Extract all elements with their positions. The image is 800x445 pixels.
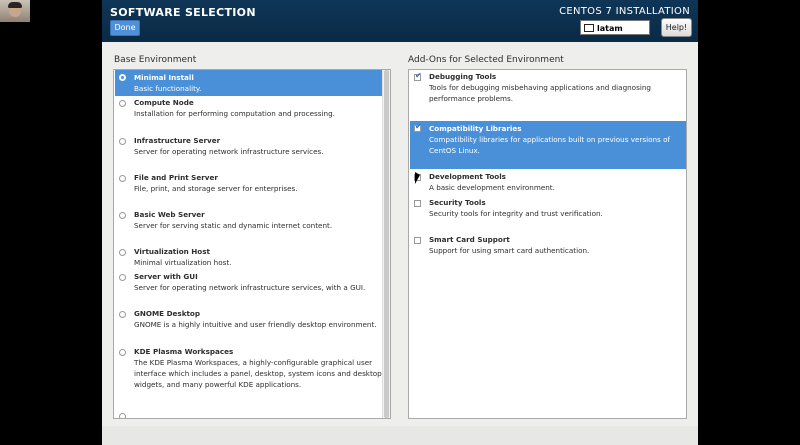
keyboard-layout-label: latam (597, 24, 623, 33)
item-name: Infrastructure Server (134, 136, 221, 145)
addon-item-security-tools[interactable]: Security Tools Security tools for integr… (410, 198, 686, 222)
base-item-basic-web-server[interactable]: Basic Web Server Server for serving stat… (115, 210, 384, 238)
checkbox[interactable] (414, 237, 421, 244)
item-desc: Tools for debugging misbehaving applicat… (429, 83, 651, 92)
base-item-virtualization-host[interactable]: Virtualization Host Minimal virtualizati… (115, 247, 384, 269)
radio-button[interactable] (119, 138, 126, 145)
item-desc: File, print, and storage server for ente… (134, 184, 298, 193)
item-desc: Compatibility libraries for applications… (429, 135, 671, 144)
base-list-scrollbar[interactable] (382, 70, 390, 418)
checkbox[interactable] (414, 200, 421, 207)
checkmark-icon: ✔ (415, 122, 422, 131)
presenter-hair (8, 2, 22, 8)
item-desc: GNOME is a highly intuitive and user fri… (134, 320, 377, 329)
item-desc: Server for operating network infrastruct… (134, 283, 366, 292)
item-desc: CentOS Linux. (429, 146, 480, 155)
item-name: Server with GUI (134, 272, 198, 281)
radio-button[interactable] (119, 349, 126, 356)
help-button[interactable]: Help! (661, 18, 692, 37)
checkbox[interactable]: ✔ (414, 71, 422, 81)
base-item-gnome-desktop[interactable]: GNOME Desktop GNOME is a highly intuitiv… (115, 309, 384, 337)
item-desc: widgets, and many powerful KDE applicati… (134, 380, 302, 389)
item-desc: Minimal virtualization host. (134, 258, 232, 267)
item-desc: Installation for performing computation … (134, 109, 335, 118)
base-item-server-with-gui[interactable]: Server with GUI Server for operating net… (115, 272, 384, 300)
item-name: File and Print Server (134, 173, 218, 182)
done-button[interactable]: Done (110, 20, 140, 36)
addon-item-development-tools[interactable]: Development Tools A basic development en… (410, 172, 686, 196)
page-title: SOFTWARE SELECTION (110, 6, 256, 19)
item-name: Smart Card Support (429, 235, 510, 244)
item-desc: Basic functionality. (134, 84, 202, 93)
radio-button-next[interactable] (119, 413, 126, 418)
webcam-overlay (0, 0, 30, 22)
item-name: GNOME Desktop (134, 309, 201, 318)
item-name: Compute Node (134, 98, 194, 107)
item-name: Minimal Install (134, 73, 194, 82)
radio-button[interactable] (119, 74, 126, 81)
base-item-infrastructure-server[interactable]: Infrastructure Server Server for operati… (115, 136, 384, 164)
base-environment-list: Minimal Install Basic functionality. Com… (113, 69, 391, 419)
base-environment-label: Base Environment (114, 55, 197, 65)
item-desc: interface which includes a panel, deskto… (134, 369, 382, 378)
item-name: Development Tools (429, 172, 506, 181)
addon-item-debugging-tools[interactable]: ✔ Debugging Tools Tools for debugging mi… (410, 71, 686, 112)
item-desc: Server for operating network infrastruct… (134, 147, 324, 156)
item-desc: A basic development environment. (429, 183, 555, 192)
item-desc: performance problems. (429, 94, 514, 103)
addon-item-smart-card-support[interactable]: Smart Card Support Support for using sma… (410, 235, 686, 259)
radio-button[interactable] (119, 100, 126, 107)
addon-item-compatibility-libraries[interactable]: ✔ Compatibility Libraries Compatibility … (410, 121, 686, 169)
base-item-compute-node[interactable]: Compute Node Installation for performing… (115, 98, 384, 126)
base-item-kde-plasma[interactable]: KDE Plasma Workspaces The KDE Plasma Wor… (115, 347, 384, 395)
checkbox[interactable]: ✔ (414, 122, 422, 132)
header-bar: SOFTWARE SELECTION Done CENTOS 7 INSTALL… (102, 0, 698, 42)
radio-button[interactable] (119, 249, 126, 256)
item-name: Debugging Tools (429, 72, 497, 81)
keyboard-layout-indicator[interactable]: latam (580, 20, 650, 35)
item-desc: Support for using smart card authenticat… (429, 246, 590, 255)
mouse-cursor-icon (415, 172, 420, 184)
item-desc: Server for serving static and dynamic in… (134, 221, 333, 230)
radio-button[interactable] (119, 175, 126, 182)
item-desc: The KDE Plasma Workspaces, a highly-conf… (134, 358, 373, 367)
base-item-file-print-server[interactable]: File and Print Server File, print, and s… (115, 173, 384, 201)
addons-list: ✔ Debugging Tools Tools for debugging mi… (408, 69, 687, 419)
item-name: Security Tools (429, 198, 486, 207)
addons-label: Add-Ons for Selected Environment (408, 55, 564, 65)
scrollbar-thumb[interactable] (384, 70, 389, 418)
bottom-bar (102, 426, 698, 445)
item-name: Virtualization Host (134, 247, 210, 256)
item-name: KDE Plasma Workspaces (134, 347, 234, 356)
radio-button[interactable] (119, 311, 126, 318)
item-desc: Security tools for integrity and trust v… (429, 209, 603, 218)
radio-button[interactable] (119, 274, 126, 281)
checkmark-icon: ✔ (415, 71, 422, 80)
radio-button[interactable] (119, 212, 126, 219)
item-name: Basic Web Server (134, 210, 205, 219)
product-title: CENTOS 7 INSTALLATION (559, 6, 690, 17)
base-item-minimal-install[interactable]: Minimal Install Basic functionality. (115, 70, 384, 96)
installer-window: SOFTWARE SELECTION Done CENTOS 7 INSTALL… (102, 0, 698, 445)
keyboard-icon (584, 23, 594, 32)
item-name: Compatibility Libraries (429, 124, 522, 133)
